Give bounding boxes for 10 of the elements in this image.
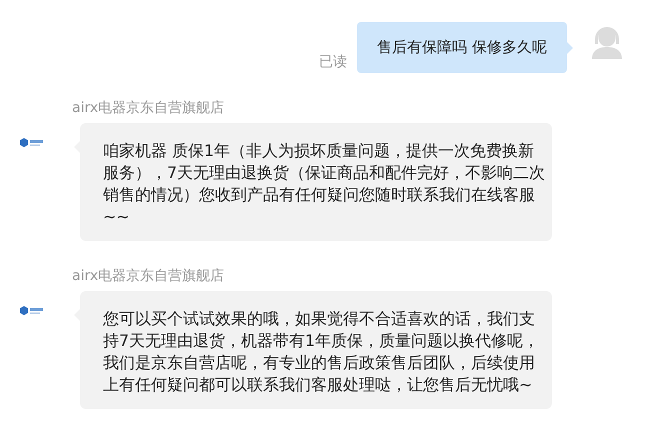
- message-bubble: 您可以买个试试效果的哦，如果觉得不合适喜欢的话，我们支持7天无理由退货，机器带有1年质保，质量问题以换代修呢，我们是京东自营店呢，有专业的售后政策售后团队，后续使用上有任何疑问都可以联系我们客服处理哒，让您售后无忧哦~: [80, 291, 552, 409]
- user-avatar-icon: [589, 25, 625, 59]
- sender-name: airx电器京东自营旗舰店: [72, 99, 226, 117]
- message-bubble: 咱家机器 质保1年（非人为损坏质量问题，提供一次免费换新服务），7天无理由退换货（保证商品和配件完好，不影响二次销售的情况）您收到产品有任何疑问您随时联系我们在线客服~~: [80, 123, 552, 241]
- shop-logo-icon: [20, 306, 44, 316]
- shop-logo-icon: [20, 138, 44, 148]
- message-bubble: 售后有保障吗 保修多久呢: [357, 22, 567, 73]
- bubble-tail: [567, 42, 573, 54]
- read-receipt: 已读: [319, 53, 348, 71]
- sender-name: airx电器京东自营旗舰店: [72, 267, 226, 285]
